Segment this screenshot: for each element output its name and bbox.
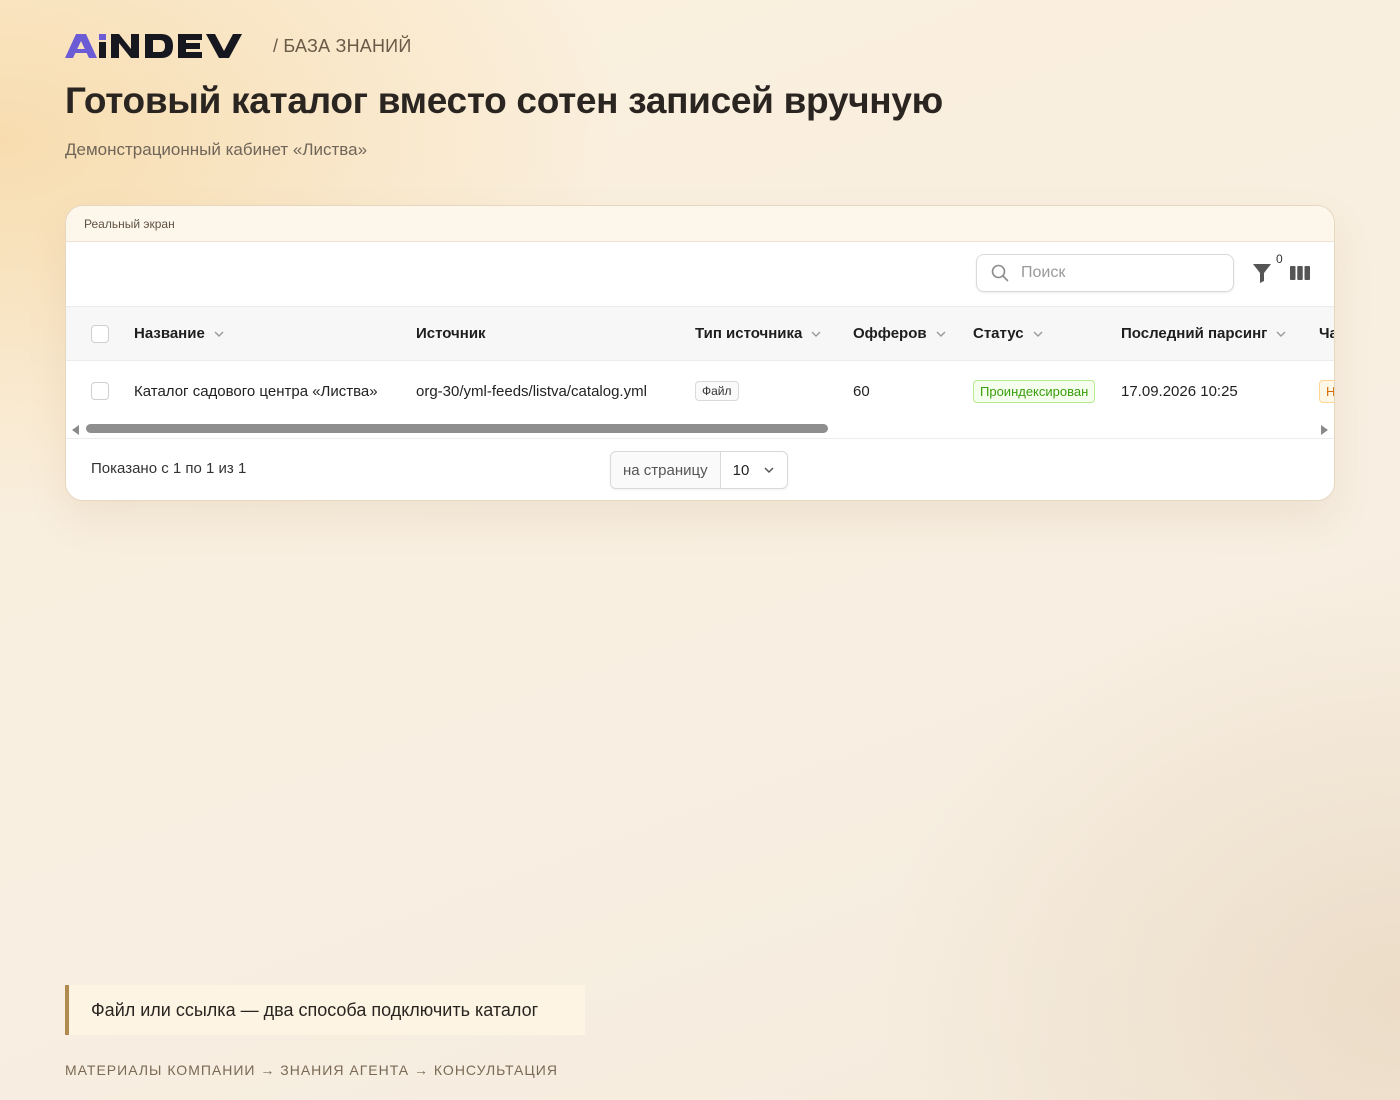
page-size-selector[interactable]: на страницу 10 — [610, 451, 789, 489]
column-header-name-label: Название — [134, 325, 205, 342]
page-size-value: 10 — [732, 461, 750, 479]
table-header-row: Название Источник Тип источника Офферов … — [66, 306, 1334, 361]
chevron-down-icon — [936, 331, 946, 337]
cell-source-type: Файл — [695, 361, 739, 421]
brand-logo[interactable] — [65, 30, 251, 62]
scroll-right-arrow-icon[interactable] — [1321, 425, 1328, 435]
column-header-source-type[interactable]: Тип источника — [695, 307, 822, 360]
cell-last-parse: 17.09.2026 10:25 — [1121, 382, 1238, 400]
source-type-tag: Файл — [695, 381, 739, 401]
horizontal-scrollbar[interactable] — [66, 421, 1334, 438]
column-header-status[interactable]: Статус — [973, 307, 1044, 360]
filter-count-badge: 0 — [1276, 252, 1283, 266]
cell-status: Проиндексирован — [973, 361, 1096, 421]
scrollbar-thumb[interactable] — [86, 424, 828, 433]
section-label: / БАЗА ЗНАНИЙ — [273, 35, 412, 56]
table-toolbar: 0 — [66, 242, 1334, 306]
column-header-source-type-label: Тип источника — [695, 325, 803, 342]
columns-icon[interactable] — [1289, 264, 1311, 282]
row-checkbox[interactable] — [91, 382, 109, 400]
cell-partial: Н — [1319, 361, 1334, 421]
screen-caption: Реальный экран — [66, 206, 1334, 242]
column-header-last-parse[interactable]: Последний парсинг — [1121, 307, 1287, 360]
page-subtitle: Демонстрационный кабинет «Листва» — [65, 140, 368, 159]
page-size-select[interactable]: 10 — [721, 452, 788, 488]
cell-name[interactable]: Каталог садового центра «Листва» — [134, 361, 378, 421]
screen-card: Реальный экран 0 Название — [65, 205, 1335, 501]
page-size-label: на страницу — [611, 452, 721, 488]
breadcrumb: МАТЕРИАЛЫ КОМПАНИИ → ЗНАНИЯ АГЕНТА → КОН… — [65, 1062, 558, 1078]
search-input[interactable] — [1019, 263, 1223, 283]
logo-mark-icon — [65, 34, 242, 58]
chevron-down-icon — [764, 467, 774, 474]
partial-tag: Н — [1319, 379, 1334, 403]
filter-icon[interactable] — [1252, 262, 1272, 284]
status-badge: Проиндексирован — [973, 379, 1096, 403]
brand-row: / БАЗА ЗНАНИЙ — [65, 30, 411, 62]
column-header-source[interactable]: Источник — [416, 307, 486, 360]
column-header-partial-label: Ча — [1319, 325, 1334, 342]
column-header-status-label: Статус — [973, 325, 1024, 342]
cell-source: org-30/yml-feeds/listva/catalog.yml — [416, 382, 647, 400]
chevron-down-icon — [1033, 331, 1043, 337]
select-all-cell — [91, 307, 109, 360]
chevron-down-icon — [214, 331, 224, 337]
column-header-offers-label: Офферов — [853, 325, 927, 342]
chevron-down-icon — [811, 331, 821, 337]
search-icon — [991, 264, 1009, 282]
cell-offers: 60 — [853, 382, 870, 400]
table-row[interactable]: Каталог садового центра «Листва» org-30/… — [66, 361, 1334, 421]
column-header-last-parse-label: Последний парсинг — [1121, 325, 1268, 342]
pagination-summary: Показано с 1 по 1 из 1 — [91, 460, 247, 477]
column-header-name[interactable]: Название — [134, 307, 225, 360]
column-header-offers[interactable]: Офферов — [853, 307, 947, 360]
scroll-left-arrow-icon[interactable] — [72, 425, 79, 435]
search-box[interactable] — [976, 254, 1234, 292]
table-footer: Показано с 1 по 1 из 1 на страницу 10 — [66, 438, 1334, 500]
select-all-checkbox[interactable] — [91, 324, 109, 343]
chevron-down-icon — [1276, 331, 1286, 337]
callout-note: Файл или ссылка — два способа подключить… — [65, 985, 585, 1035]
table-scroll-area: Название Источник Тип источника Офферов … — [66, 306, 1334, 438]
column-header-partial[interactable]: Ча — [1319, 307, 1334, 360]
page-title: Готовый каталог вместо сотен записей вру… — [65, 80, 943, 121]
column-header-source-label: Источник — [416, 325, 486, 342]
row-select-cell — [91, 361, 109, 421]
